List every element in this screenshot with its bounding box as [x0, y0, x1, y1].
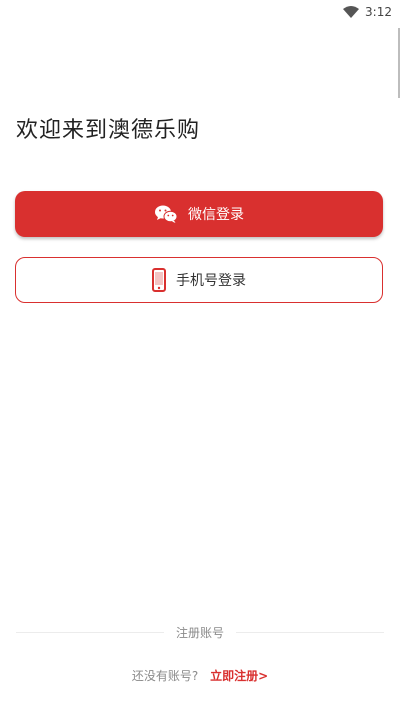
page-title: 欢迎来到澳德乐购 — [16, 118, 201, 143]
phone-login-label: 手机号登录 — [176, 273, 246, 289]
register-divider-label: 注册账号 — [176, 626, 225, 640]
register-divider: 注册账号 — [16, 624, 385, 641]
wechat-icon — [154, 204, 178, 224]
wechat-login-button[interactable]: 微信登录 — [15, 191, 383, 237]
wifi-icon — [343, 6, 360, 18]
phone-icon — [152, 268, 166, 292]
signup-hint: 还没有账号? — [131, 669, 199, 683]
login-screen: 3:12 欢迎来到澳德乐购 微信登录 手机号登录 注册账号 还没有账号? 立即注… — [0, 0, 400, 710]
divider-line-left — [16, 632, 164, 633]
phone-login-button[interactable]: 手机号登录 — [15, 257, 383, 303]
divider-line-right — [236, 632, 385, 633]
signup-link[interactable]: 立即注册> — [210, 669, 268, 683]
signup-row: 还没有账号? 立即注册> — [0, 667, 400, 684]
status-time: 3:12 — [365, 5, 392, 19]
wechat-login-label: 微信登录 — [188, 207, 244, 223]
status-bar: 3:12 — [0, 0, 400, 24]
